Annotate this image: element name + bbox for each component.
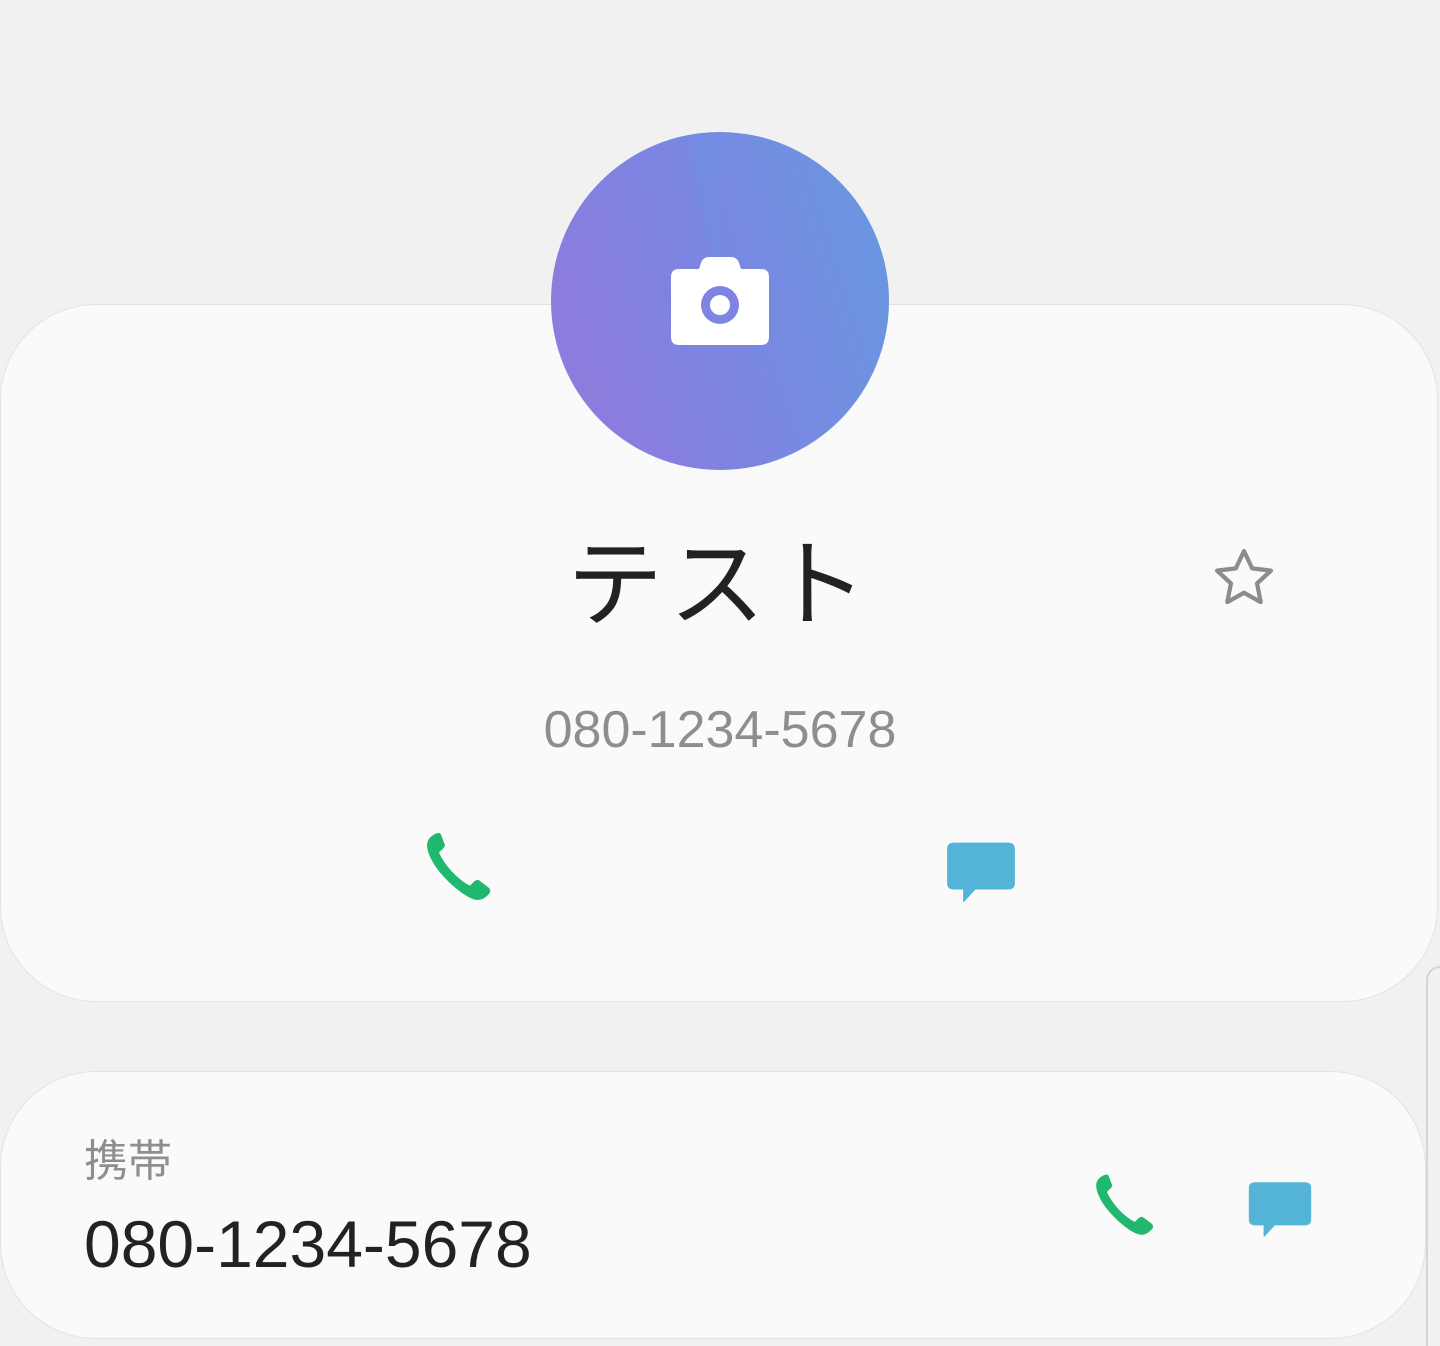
number-call-button[interactable] [1088, 1170, 1160, 1242]
number-value: 080-1234-5678 [84, 1207, 532, 1281]
camera-icon [671, 257, 769, 345]
phone-icon [1096, 1174, 1154, 1235]
phone-number-card[interactable] [0, 1071, 1426, 1339]
phone-icon [427, 833, 491, 900]
contact-detail-screen: テスト 080-1234-5678 携帯 080-1234-5678 [0, 0, 1440, 1346]
message-icon [1248, 1182, 1312, 1237]
message-button[interactable] [944, 838, 1018, 912]
favorite-star-icon[interactable] [1210, 544, 1278, 612]
contact-primary-number: 080-1234-5678 [543, 701, 897, 759]
message-icon [947, 842, 1015, 903]
call-button[interactable] [418, 828, 498, 908]
number-message-button[interactable] [1246, 1178, 1314, 1246]
side-panel-edge [1426, 966, 1440, 1346]
number-type-label: 携帯 [84, 1136, 172, 1187]
contact-avatar[interactable] [551, 132, 889, 470]
